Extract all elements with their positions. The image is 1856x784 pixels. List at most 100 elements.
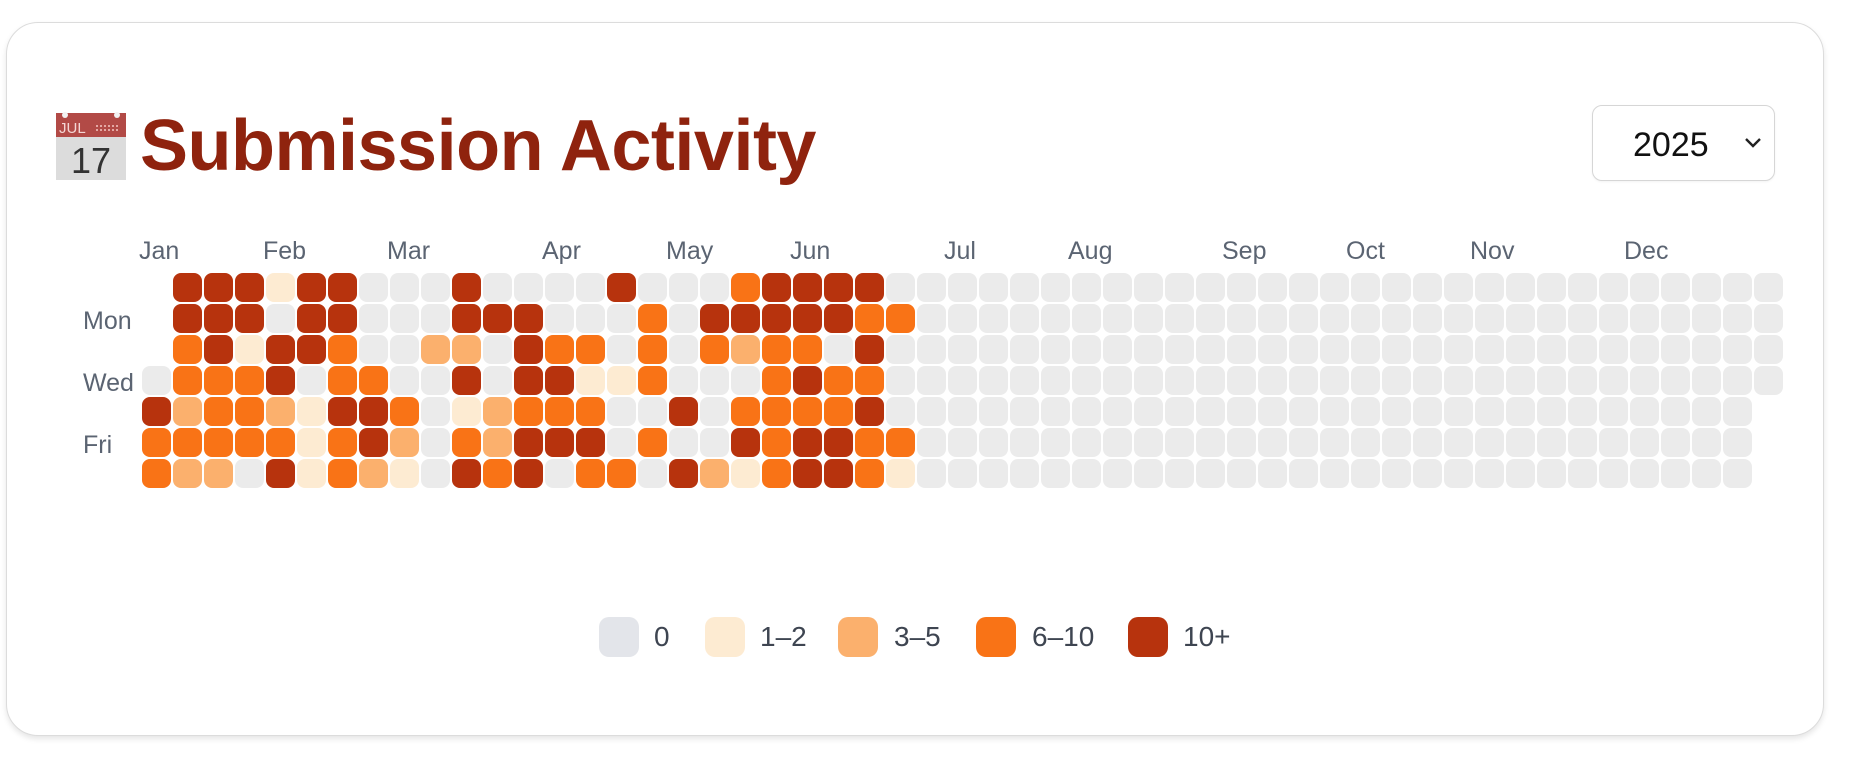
heatmap-day-cell[interactable] xyxy=(636,426,669,459)
heatmap-day-cell[interactable] xyxy=(357,271,390,304)
heatmap-day-cell[interactable] xyxy=(1566,271,1599,304)
heatmap-day-cell[interactable] xyxy=(1039,364,1072,397)
heatmap-day-cell[interactable] xyxy=(822,271,855,304)
heatmap-day-cell[interactable] xyxy=(636,302,669,335)
heatmap-day-cell[interactable] xyxy=(1597,395,1630,428)
heatmap-day-cell[interactable] xyxy=(1690,271,1723,304)
heatmap-day-cell[interactable] xyxy=(233,395,266,428)
heatmap-day-cell[interactable] xyxy=(264,364,297,397)
heatmap-day-cell[interactable] xyxy=(946,302,979,335)
heatmap-day-cell[interactable] xyxy=(1008,333,1041,366)
heatmap-day-cell[interactable] xyxy=(977,395,1010,428)
heatmap-day-cell[interactable] xyxy=(853,426,886,459)
heatmap-day-cell[interactable] xyxy=(388,271,421,304)
heatmap-day-cell[interactable] xyxy=(698,302,731,335)
heatmap-day-cell[interactable] xyxy=(729,364,762,397)
heatmap-day-cell[interactable] xyxy=(326,271,359,304)
heatmap-day-cell[interactable] xyxy=(450,426,483,459)
heatmap-day-cell[interactable] xyxy=(1039,457,1072,490)
heatmap-day-cell[interactable] xyxy=(202,302,235,335)
heatmap-day-cell[interactable] xyxy=(1101,457,1134,490)
heatmap-day-cell[interactable] xyxy=(1287,333,1320,366)
heatmap-day-cell[interactable] xyxy=(1318,395,1351,428)
heatmap-day-cell[interactable] xyxy=(1597,333,1630,366)
heatmap-day-cell[interactable] xyxy=(1132,364,1165,397)
heatmap-day-cell[interactable] xyxy=(543,364,576,397)
heatmap-day-cell[interactable] xyxy=(884,271,917,304)
heatmap-day-cell[interactable] xyxy=(1659,364,1692,397)
heatmap-day-cell[interactable] xyxy=(1473,271,1506,304)
heatmap-day-cell[interactable] xyxy=(1690,302,1723,335)
heatmap-day-cell[interactable] xyxy=(884,364,917,397)
heatmap-day-cell[interactable] xyxy=(1287,395,1320,428)
heatmap-day-cell[interactable] xyxy=(605,395,638,428)
heatmap-day-cell[interactable] xyxy=(1039,395,1072,428)
heatmap-day-cell[interactable] xyxy=(1008,426,1041,459)
heatmap-day-cell[interactable] xyxy=(946,457,979,490)
heatmap-day-cell[interactable] xyxy=(1566,426,1599,459)
heatmap-day-cell[interactable] xyxy=(1039,302,1072,335)
heatmap-day-cell[interactable] xyxy=(450,333,483,366)
heatmap-day-cell[interactable] xyxy=(1473,457,1506,490)
heatmap-day-cell[interactable] xyxy=(1008,395,1041,428)
heatmap-day-cell[interactable] xyxy=(1411,271,1444,304)
heatmap-day-cell[interactable] xyxy=(1659,271,1692,304)
heatmap-day-cell[interactable] xyxy=(1504,395,1537,428)
heatmap-day-cell[interactable] xyxy=(512,302,545,335)
heatmap-day-cell[interactable] xyxy=(1349,457,1382,490)
heatmap-day-cell[interactable] xyxy=(605,333,638,366)
heatmap-day-cell[interactable] xyxy=(1132,271,1165,304)
heatmap-day-cell[interactable] xyxy=(1070,426,1103,459)
heatmap-day-cell[interactable] xyxy=(1194,426,1227,459)
heatmap-day-cell[interactable] xyxy=(543,426,576,459)
heatmap-day-cell[interactable] xyxy=(1504,302,1537,335)
heatmap-day-cell[interactable] xyxy=(574,364,607,397)
heatmap-day-cell[interactable] xyxy=(1690,395,1723,428)
heatmap-day-cell[interactable] xyxy=(388,395,421,428)
heatmap-day-cell[interactable] xyxy=(1721,271,1754,304)
heatmap-day-cell[interactable] xyxy=(1597,271,1630,304)
heatmap-day-cell[interactable] xyxy=(1349,333,1382,366)
heatmap-day-cell[interactable] xyxy=(1225,302,1258,335)
heatmap-day-cell[interactable] xyxy=(822,333,855,366)
heatmap-day-cell[interactable] xyxy=(1194,333,1227,366)
heatmap-day-cell[interactable] xyxy=(419,395,452,428)
heatmap-day-cell[interactable] xyxy=(1442,364,1475,397)
heatmap-day-cell[interactable] xyxy=(1256,333,1289,366)
heatmap-day-cell[interactable] xyxy=(1256,364,1289,397)
heatmap-day-cell[interactable] xyxy=(171,333,204,366)
heatmap-day-cell[interactable] xyxy=(171,395,204,428)
heatmap-day-cell[interactable] xyxy=(1566,395,1599,428)
heatmap-day-cell[interactable] xyxy=(822,395,855,428)
heatmap-day-cell[interactable] xyxy=(760,364,793,397)
heatmap-day-cell[interactable] xyxy=(1442,302,1475,335)
heatmap-day-cell[interactable] xyxy=(1101,426,1134,459)
heatmap-day-cell[interactable] xyxy=(791,426,824,459)
heatmap-day-cell[interactable] xyxy=(233,426,266,459)
heatmap-day-cell[interactable] xyxy=(853,333,886,366)
heatmap-day-cell[interactable] xyxy=(1752,271,1785,304)
heatmap-day-cell[interactable] xyxy=(760,457,793,490)
heatmap-day-cell[interactable] xyxy=(1070,333,1103,366)
heatmap-day-cell[interactable] xyxy=(419,271,452,304)
heatmap-day-cell[interactable] xyxy=(1039,271,1072,304)
heatmap-day-cell[interactable] xyxy=(264,302,297,335)
heatmap-day-cell[interactable] xyxy=(1566,364,1599,397)
heatmap-day-cell[interactable] xyxy=(326,457,359,490)
heatmap-day-cell[interactable] xyxy=(605,426,638,459)
heatmap-day-cell[interactable] xyxy=(202,457,235,490)
heatmap-day-cell[interactable] xyxy=(915,302,948,335)
heatmap-day-cell[interactable] xyxy=(1132,333,1165,366)
heatmap-day-cell[interactable] xyxy=(543,457,576,490)
heatmap-day-cell[interactable] xyxy=(636,395,669,428)
heatmap-day-cell[interactable] xyxy=(1535,271,1568,304)
heatmap-day-cell[interactable] xyxy=(481,457,514,490)
heatmap-day-cell[interactable] xyxy=(1380,271,1413,304)
heatmap-day-cell[interactable] xyxy=(1070,271,1103,304)
heatmap-day-cell[interactable] xyxy=(915,395,948,428)
heatmap-day-cell[interactable] xyxy=(1225,426,1258,459)
heatmap-day-cell[interactable] xyxy=(1101,333,1134,366)
heatmap-day-cell[interactable] xyxy=(1225,395,1258,428)
heatmap-day-cell[interactable] xyxy=(1318,364,1351,397)
heatmap-day-cell[interactable] xyxy=(1349,426,1382,459)
